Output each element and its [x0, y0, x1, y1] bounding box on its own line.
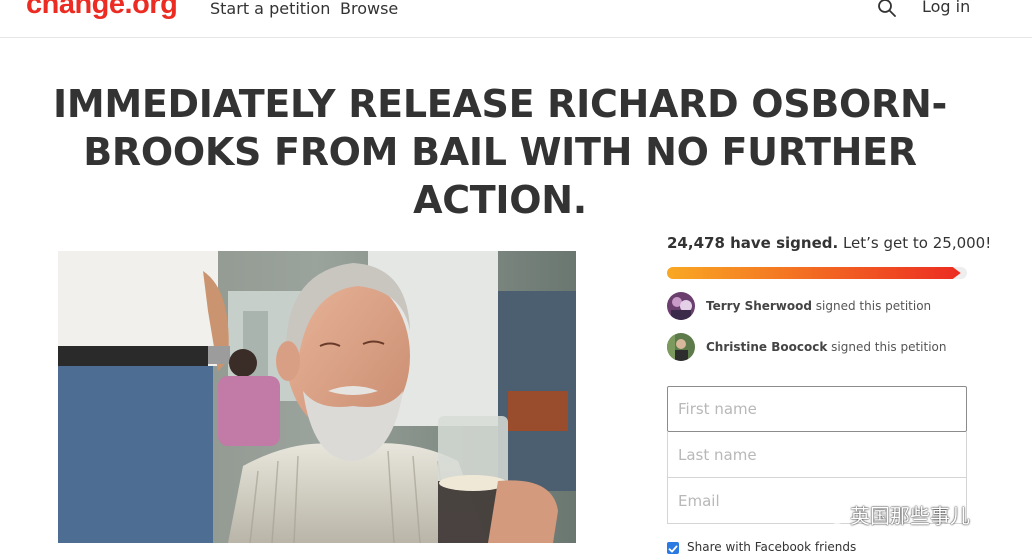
petition-photo [58, 251, 576, 543]
recent-signer-text: Terry Sherwood signed this petition [706, 299, 931, 313]
site-header: change.org Start a petition Browse Log i… [0, 0, 1032, 38]
recent-signer: Christine Boocock signed this petition [667, 333, 987, 361]
share-facebook-checkbox[interactable] [667, 542, 679, 554]
signer-name[interactable]: Christine Boocock [706, 340, 827, 354]
progress-fill [667, 267, 961, 279]
avatar [667, 292, 695, 320]
check-icon [668, 545, 678, 553]
first-name-field[interactable] [667, 386, 967, 432]
recent-signer-text: Christine Boocock signed this petition [706, 340, 947, 354]
nav-start-petition[interactable]: Start a petition [210, 0, 330, 18]
search-icon[interactable] [876, 0, 898, 19]
wechat-icon [820, 503, 846, 524]
signature-count: 24,478 have signed. Let’s get to 25,000! [667, 234, 991, 252]
signer-action: signed this petition [827, 340, 947, 354]
signer-name[interactable]: Terry Sherwood [706, 299, 812, 313]
watermark-text: 英国那些事儿 [850, 504, 970, 528]
signature-progress-bar [667, 266, 967, 279]
share-facebook-label[interactable]: Share with Facebook friends [687, 540, 856, 554]
signer-action: signed this petition [811, 299, 932, 313]
recent-signer: Terry Sherwood signed this petition [667, 292, 987, 320]
signature-count-number: 24,478 have signed. [667, 234, 839, 252]
nav-login[interactable]: Log in [922, 0, 970, 16]
avatar [667, 333, 695, 361]
signature-goal-text: Let’s get to 25,000! [838, 234, 992, 252]
change-org-logo[interactable]: change.org [26, 0, 178, 21]
petition-title: IMMEDIATELY RELEASE RICHARD OSBORN-BROOK… [53, 82, 947, 222]
last-name-field[interactable] [667, 432, 967, 478]
nav-browse[interactable]: Browse [340, 0, 398, 18]
